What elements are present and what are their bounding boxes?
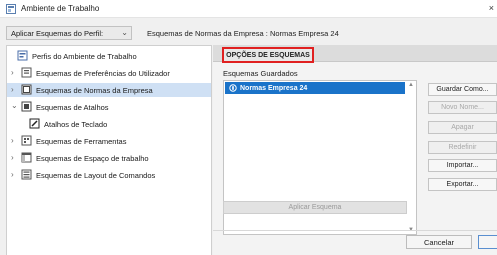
tree-item-label: Perfis do Ambiente de Trabalho	[32, 52, 137, 61]
save-as-button[interactable]: Guardar Como...	[428, 83, 497, 96]
export-button[interactable]: Exportar...	[428, 178, 497, 191]
chevron-down-icon: ⌄	[121, 28, 128, 37]
chevron-right-icon[interactable]: ›	[11, 153, 19, 162]
tree-item-workspace[interactable]: › Esquemas de Espaço de trabalho	[7, 151, 211, 165]
footer-divider	[213, 230, 497, 231]
scheme-icon	[229, 84, 237, 92]
window-title: Ambiente de Trabalho	[21, 4, 100, 13]
tree-item-label: Esquemas de Normas da Empresa	[36, 86, 153, 95]
keyboard-shortcuts-icon	[29, 118, 40, 129]
tree-item-command-layout[interactable]: › Esquemas de Layout de Comandos	[7, 168, 211, 182]
tab-scheme-options[interactable]: OPÇÕES DE ESQUEMAS	[222, 47, 314, 63]
tree-item-label: Esquemas de Atalhos	[36, 103, 109, 112]
shortcuts-icon	[21, 101, 32, 112]
tree-item-shortcuts[interactable]: ⌄ Esquemas de Atalhos	[7, 100, 211, 114]
list-item[interactable]: Normas Empresa 24	[225, 82, 405, 94]
tree-item-label: Esquemas de Ferramentas	[36, 137, 127, 146]
delete-button[interactable]: Apagar	[428, 121, 497, 134]
saved-schemes-label: Esquemas Guardados	[223, 69, 298, 78]
profile-icon	[17, 50, 28, 61]
chevron-right-icon[interactable]: ›	[11, 85, 19, 94]
tree-item-label: Esquemas de Espaço de trabalho	[36, 154, 149, 163]
apply-scheme-button[interactable]: Aplicar Esquema	[223, 201, 407, 214]
chevron-down-icon[interactable]: ⌄	[11, 101, 19, 110]
redefine-button[interactable]: Redefinir	[428, 141, 497, 154]
preferences-icon	[21, 67, 32, 78]
title-bar: Ambiente de Trabalho ×	[0, 0, 497, 18]
cancel-button[interactable]: Cancelar	[406, 235, 472, 249]
tree-item-preferences[interactable]: › Esquemas de Preferências do Utilizador	[7, 66, 211, 80]
workspace-icon	[21, 152, 32, 163]
new-name-button[interactable]: Novo Nome...	[428, 101, 497, 114]
tools-icon	[21, 135, 32, 146]
company-standards-icon	[21, 84, 32, 95]
chevron-right-icon[interactable]: ›	[11, 170, 19, 179]
tree-item-label: Atalhos de Teclado	[44, 120, 108, 129]
chevron-right-icon[interactable]: ›	[11, 68, 19, 77]
tree-item-label: Esquemas de Layout de Comandos	[36, 171, 156, 180]
tree-item-tools[interactable]: › Esquemas de Ferramentas	[7, 134, 211, 148]
section-bar: OPÇÕES DE ESQUEMAS	[213, 45, 497, 63]
tree-item-label: Esquemas de Preferências do Utilizador	[36, 69, 170, 78]
command-layout-icon	[21, 169, 32, 180]
tree-item-keyboard-shortcuts[interactable]: Atalhos de Teclado	[7, 117, 211, 131]
tree-item-company-standards[interactable]: › Esquemas de Normas da Empresa	[7, 83, 211, 97]
ok-button[interactable]	[478, 235, 497, 249]
tab-scheme-options-label: OPÇÕES DE ESQUEMAS	[226, 51, 310, 59]
scheme-tree: Perfis do Ambiente de Trabalho › Esquema…	[6, 45, 212, 255]
list-item-label: Normas Empresa 24	[240, 84, 308, 92]
scroll-up-icon[interactable]: ▲	[408, 82, 414, 88]
scheme-options-pane: OPÇÕES DE ESQUEMAS Esquemas Guardados No…	[213, 45, 497, 255]
import-button[interactable]: Importar...	[428, 159, 497, 172]
profile-schemes-dropdown[interactable]: Aplicar Esquemas do Perfil: ⌄	[6, 26, 132, 40]
profile-dropdown-label: Aplicar Esquemas do Perfil:	[11, 28, 104, 38]
tree-item-profiles[interactable]: Perfis do Ambiente de Trabalho	[7, 49, 211, 63]
chevron-right-icon[interactable]: ›	[11, 136, 19, 145]
app-icon	[6, 4, 16, 14]
scheme-header: Esquemas de Normas da Empresa : Normas E…	[147, 29, 339, 38]
close-icon[interactable]: ×	[489, 3, 494, 13]
